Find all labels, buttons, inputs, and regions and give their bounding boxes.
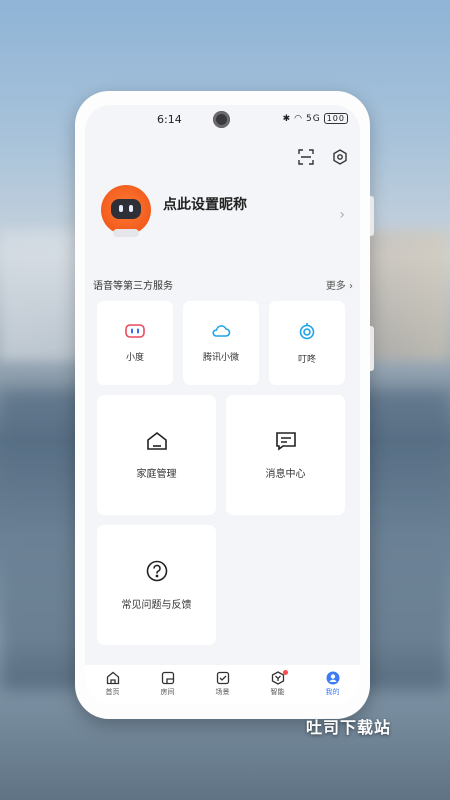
wifi-icon: ◠: [294, 113, 304, 124]
status-icons: ✱ ◠ 5G 100: [283, 113, 348, 124]
bottom-tab-bar: 首页 房间 场景 智能 我的: [85, 665, 360, 705]
services-header: 语音等第三方服务 更多 ›: [93, 277, 353, 292]
message-icon: [275, 431, 297, 455]
volume-button: [370, 196, 374, 236]
help-icon: [146, 560, 168, 586]
avatar[interactable]: [101, 185, 151, 237]
scan-icon[interactable]: [296, 147, 316, 167]
service-card-xiaodu[interactable]: 小度: [97, 301, 173, 385]
service-label: 腾讯小微: [202, 353, 239, 363]
service-label: 小度: [125, 353, 144, 363]
notification-dot: [282, 670, 288, 675]
power-button: [370, 326, 374, 371]
dingdong-icon: [298, 322, 316, 344]
services-title: 语音等第三方服务: [93, 281, 173, 292]
tile-message-center[interactable]: 消息中心: [226, 395, 345, 515]
settings-hex-icon[interactable]: [330, 147, 350, 167]
tile-faq-feedback[interactable]: 常见问题与反馈: [97, 525, 216, 645]
mine-tab-icon: [326, 671, 339, 685]
top-actions: [296, 147, 350, 167]
robot-face-icon: [111, 199, 141, 219]
tile-label: 消息中心: [265, 468, 306, 480]
phone-frame: 6:14 ✱ ◠ 5G 100 点此设置昵称 › 语音等第三方服务 更多 › 小…: [75, 91, 374, 719]
tab-room[interactable]: 房间: [148, 671, 188, 705]
scene-tab-icon: [216, 671, 229, 685]
home-tab-icon: [106, 671, 119, 685]
tile-label: 常见问题与反馈: [121, 599, 192, 611]
front-camera: [213, 111, 230, 128]
tab-scene[interactable]: 场景: [203, 671, 243, 705]
status-bar: 6:14 ✱ ◠ 5G 100: [85, 111, 360, 129]
service-label: 叮咚: [297, 354, 316, 365]
watermark-text: 吐司下载站: [306, 718, 392, 737]
tile-label: 家庭管理: [136, 468, 177, 480]
tile-home-management[interactable]: 家庭管理: [97, 395, 216, 515]
tab-home[interactable]: 首页: [93, 671, 133, 705]
battery-icon: 100: [323, 113, 348, 124]
xiaodu-icon: [125, 323, 145, 342]
bluetooth-icon: ✱: [282, 113, 292, 124]
more-link[interactable]: 更多 ›: [326, 277, 353, 292]
status-time: 6:14: [157, 113, 182, 126]
nickname-label[interactable]: 点此设置昵称: [163, 194, 247, 214]
signal-icon: 5G: [306, 113, 321, 124]
home-icon: [146, 431, 168, 455]
room-tab-icon: [161, 671, 174, 685]
app-screen: 6:14 ✱ ◠ 5G 100 点此设置昵称 › 语音等第三方服务 更多 › 小…: [85, 105, 360, 705]
service-card-dingdong[interactable]: 叮咚: [269, 301, 345, 385]
chevron-right-icon: ›: [339, 207, 345, 223]
cloud-icon: [211, 323, 231, 342]
profile-row[interactable]: 点此设置昵称 ›: [101, 185, 351, 245]
tab-mine[interactable]: 我的: [313, 671, 353, 705]
tab-smart[interactable]: 智能: [258, 670, 298, 705]
service-card-tencent[interactable]: 腾讯小微: [183, 301, 259, 385]
